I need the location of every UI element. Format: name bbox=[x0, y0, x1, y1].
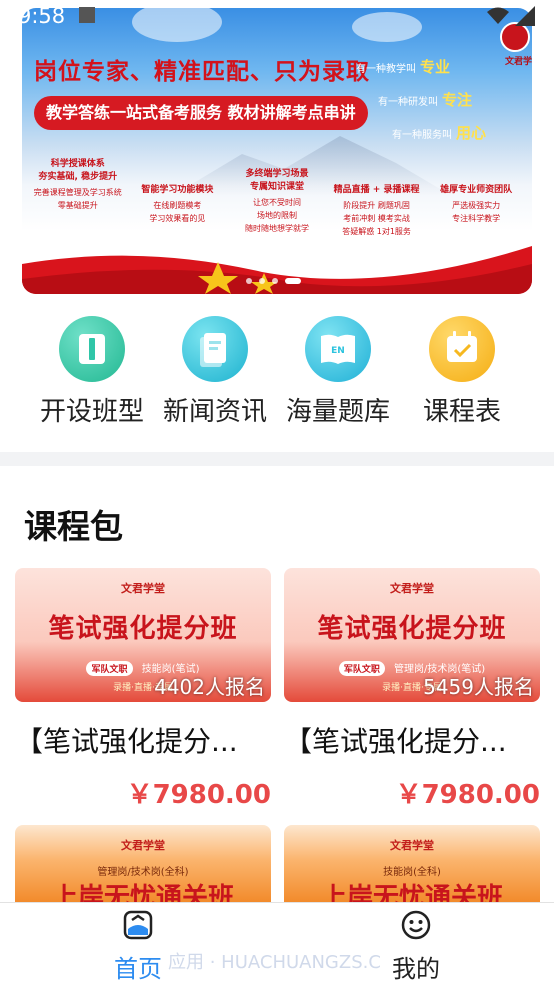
nav-schedule[interactable]: 课程表 bbox=[402, 316, 522, 428]
course-price: ￥7980.00 bbox=[126, 780, 271, 810]
carousel-dot-active[interactable] bbox=[285, 278, 301, 284]
course-price: ￥7980.00 bbox=[395, 780, 540, 810]
banner-feature-text: 在线刷题模考 学习效果看的见 bbox=[149, 201, 206, 223]
promo-banner[interactable]: 岗位专家、精准匹配、只为录取 文君学 有一种教学叫 专业 有一种研发叫 专注 有… bbox=[22, 8, 532, 294]
home-icon bbox=[123, 910, 153, 940]
signup-count: 5459人报名 bbox=[423, 675, 534, 699]
course-brand: 文君学堂 bbox=[390, 582, 434, 595]
course-cover-title: 上岸无忧通关班 bbox=[320, 883, 503, 903]
carousel-indicator[interactable] bbox=[246, 278, 301, 284]
wifi-icon bbox=[487, 7, 509, 24]
banner-feature-title: 科学授课体系 夯实基础, 稳步提升 bbox=[38, 159, 118, 182]
course-cover-subtitle: 技能岗(全科) bbox=[383, 867, 441, 878]
course-cover: 文君学堂 管理岗/技术岗(全科) 上岸无忧通关班 bbox=[15, 825, 271, 903]
banner-feature-text: 完善课程管理及学习系统 零基础提升 bbox=[33, 188, 122, 210]
watermark: 应用 · HUACHUANGZS.C bbox=[168, 952, 381, 973]
svg-text:EN: EN bbox=[331, 346, 345, 356]
quick-nav: 开设班型 新闻资讯 EN 海量题库 课程表 bbox=[0, 316, 554, 428]
carousel-dot[interactable] bbox=[272, 278, 278, 284]
signal-icon bbox=[515, 6, 535, 26]
carousel-dot[interactable] bbox=[246, 278, 252, 284]
carousel-dot[interactable] bbox=[259, 278, 265, 284]
course-card[interactable]: 文君学堂 笔试强化提分班 军队文职 技能岗(笔试) 录播·直播·专属 4402人… bbox=[15, 568, 271, 811]
smiley-icon bbox=[401, 910, 431, 940]
banner-tag-prefix: 有一种服务叫 bbox=[392, 130, 452, 141]
nav-label: 开设班型 bbox=[39, 397, 144, 427]
course-cover-title: 笔试强化提分班 bbox=[317, 614, 507, 644]
nav-open-class-types[interactable]: 开设班型 bbox=[32, 316, 152, 428]
course-tag: 军队文职 bbox=[338, 661, 385, 676]
nav-label: 新闻资讯 bbox=[162, 397, 267, 427]
signup-count: 4402人报名 bbox=[154, 675, 265, 699]
banner-tag-emphasis: 用心 bbox=[456, 124, 487, 142]
course-cover: 文君学堂 笔试强化提分班 军队文职 管理岗/技术岗(笔试) 录播·直播·专属 5… bbox=[284, 568, 540, 702]
course-cover-title: 笔试强化提分班 bbox=[48, 614, 238, 644]
banner-feature-title: 多终端学习场景 专属知识课堂 bbox=[245, 169, 309, 192]
course-brand: 文君学堂 bbox=[390, 839, 434, 852]
course-card[interactable]: 文君学堂 笔试强化提分班 军队文职 管理岗/技术岗(笔试) 录播·直播·专属 5… bbox=[284, 568, 540, 811]
notification-icon bbox=[79, 7, 95, 23]
banner-feature-title: 雄厚专业师资团队 bbox=[440, 185, 513, 195]
nav-news[interactable]: 新闻资讯 bbox=[155, 316, 275, 428]
banner-tag: 有一种教学叫 专业 bbox=[356, 56, 506, 77]
banner-feature-text: 严选极强实力 专注科学教学 bbox=[452, 201, 501, 223]
nav-label: 课程表 bbox=[422, 397, 501, 427]
open-book-en-icon: EN bbox=[305, 316, 371, 382]
course-cover-title: 上岸无忧通关班 bbox=[51, 883, 234, 903]
course-cover: 文君学堂 笔试强化提分班 军队文职 技能岗(笔试) 录播·直播·专属 4402人… bbox=[15, 568, 271, 702]
course-name: 【笔试强化提分... bbox=[15, 725, 238, 758]
course-name: 【笔试强化提分... bbox=[284, 725, 507, 758]
course-tag: 军队文职 bbox=[86, 661, 133, 676]
status-bar: 9:58 bbox=[0, 0, 554, 34]
banner-tags: 有一种教学叫 专业 有一种研发叫 专注 有一种服务叫 用心 bbox=[356, 56, 506, 155]
course-brand: 文君学堂 bbox=[121, 839, 165, 852]
section-title: 课程包 bbox=[24, 507, 123, 546]
book-columns-icon bbox=[59, 316, 125, 382]
status-time: 9:58 bbox=[18, 4, 66, 28]
banner-tag-emphasis: 专注 bbox=[442, 91, 473, 109]
nav-question-bank[interactable]: EN 海量题库 bbox=[278, 316, 398, 428]
calendar-check-icon bbox=[429, 316, 495, 382]
nav-label: 海量题库 bbox=[285, 397, 390, 427]
banner-tag-prefix: 有一种教学叫 bbox=[356, 64, 416, 75]
course-cover-subtitle: 管理岗/技术岗(全科) bbox=[97, 867, 189, 878]
banner-headline: 岗位专家、精准匹配、只为录取 bbox=[34, 59, 370, 85]
brand-logo-text: 文君学 bbox=[504, 57, 532, 67]
banner-feature-title: 精品直播 + 录播课程 bbox=[333, 185, 420, 195]
banner-slogan: 教学答练一站式备考服务 教材讲解考点串讲 bbox=[34, 96, 368, 130]
banner-tag: 有一种研发叫 专注 bbox=[378, 89, 506, 110]
section-divider bbox=[0, 452, 554, 466]
course-cover: 文君学堂 技能岗(全科) 上岸无忧通关班 bbox=[284, 825, 540, 903]
banner-tag-emphasis: 专业 bbox=[420, 58, 451, 76]
course-brand: 文君学堂 bbox=[121, 582, 165, 595]
banner-tag: 有一种服务叫 用心 bbox=[392, 122, 506, 143]
document-icon bbox=[182, 316, 248, 382]
banner-tag-prefix: 有一种研发叫 bbox=[378, 97, 438, 108]
course-card[interactable]: 文君学堂 管理岗/技术岗(全科) 上岸无忧通关班 bbox=[15, 825, 271, 903]
course-card[interactable]: 文君学堂 技能岗(全科) 上岸无忧通关班 bbox=[284, 825, 540, 903]
banner-feature-title: 智能学习功能模块 bbox=[141, 185, 214, 195]
